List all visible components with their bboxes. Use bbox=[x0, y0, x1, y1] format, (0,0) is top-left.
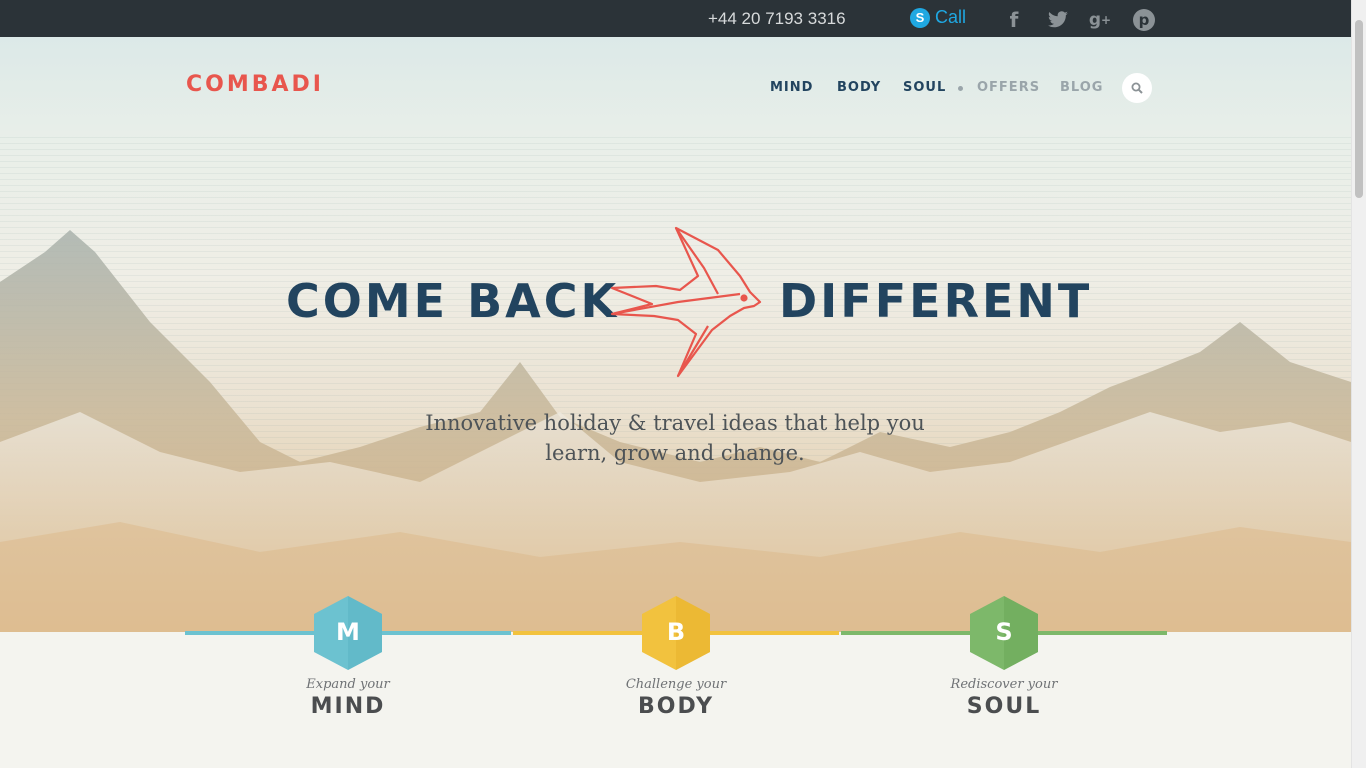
hero-section: COMBADI MIND BODY SOUL OFFERS BLOG COME … bbox=[0, 37, 1351, 632]
soul-title[interactable]: SOUL bbox=[904, 694, 1104, 719]
swallow-icon bbox=[610, 226, 762, 378]
soul-letter[interactable]: S bbox=[970, 618, 1038, 646]
nav-body[interactable]: BODY bbox=[837, 80, 881, 95]
body-subtitle: Challenge your bbox=[625, 677, 727, 692]
google-plus-icon[interactable]: g + bbox=[1088, 8, 1112, 32]
soul-subtitle: Rediscover your bbox=[950, 677, 1058, 692]
search-button[interactable] bbox=[1122, 73, 1152, 103]
mind-title[interactable]: MIND bbox=[248, 694, 448, 719]
vertical-scrollbar[interactable] bbox=[1351, 0, 1366, 768]
nav-offers[interactable]: OFFERS bbox=[977, 80, 1040, 95]
twitter-icon[interactable] bbox=[1046, 8, 1070, 32]
call-label: Call bbox=[935, 7, 967, 27]
body-title[interactable]: BODY bbox=[576, 694, 776, 719]
headline-come-back: COME BACK bbox=[286, 274, 620, 328]
facebook-icon[interactable]: f bbox=[1002, 8, 1026, 32]
scrollbar-thumb[interactable] bbox=[1355, 20, 1363, 198]
headline-different: DIFFERENT bbox=[779, 274, 1093, 328]
pinterest-icon[interactable]: p bbox=[1132, 8, 1156, 32]
body-letter[interactable]: B bbox=[642, 618, 710, 646]
top-bar: +44 20 7193 3316 S Call f g + p bbox=[0, 0, 1351, 37]
nav-separator-dot bbox=[958, 86, 963, 91]
nav-blog[interactable]: BLOG bbox=[1060, 80, 1103, 95]
mind-subtitle: Expand your bbox=[306, 677, 390, 692]
phone-number[interactable]: +44 20 7193 3316 bbox=[708, 9, 846, 29]
nav-mind[interactable]: MIND bbox=[770, 80, 813, 95]
hero-subtitle: Innovative holiday & travel ideas that h… bbox=[400, 408, 950, 468]
combadi-logo[interactable]: COMBADI bbox=[186, 72, 324, 97]
subtitle-line-2: learn, grow and change. bbox=[545, 441, 805, 465]
mind-letter[interactable]: M bbox=[314, 618, 382, 646]
nav-soul[interactable]: SOUL bbox=[903, 80, 946, 95]
search-icon bbox=[1131, 82, 1143, 94]
skype-call-button[interactable]: S Call bbox=[910, 7, 966, 28]
skype-icon: S bbox=[910, 7, 930, 28]
subtitle-line-1: Innovative holiday & travel ideas that h… bbox=[425, 411, 925, 435]
